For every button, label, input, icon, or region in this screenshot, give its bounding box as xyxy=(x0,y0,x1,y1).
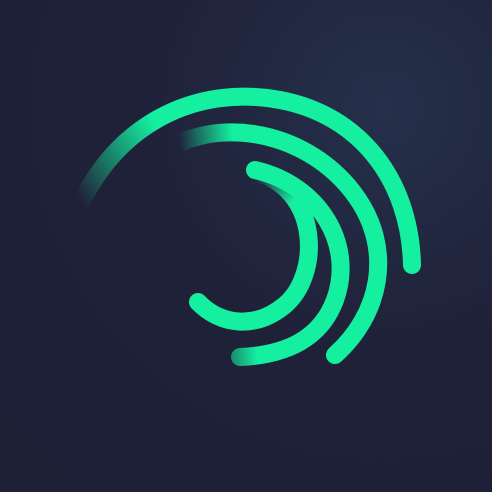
outer-arc xyxy=(71,87,421,274)
swirl-arcs-logo-icon xyxy=(71,87,421,366)
app-icon xyxy=(0,0,492,492)
inner-arc xyxy=(189,165,318,331)
